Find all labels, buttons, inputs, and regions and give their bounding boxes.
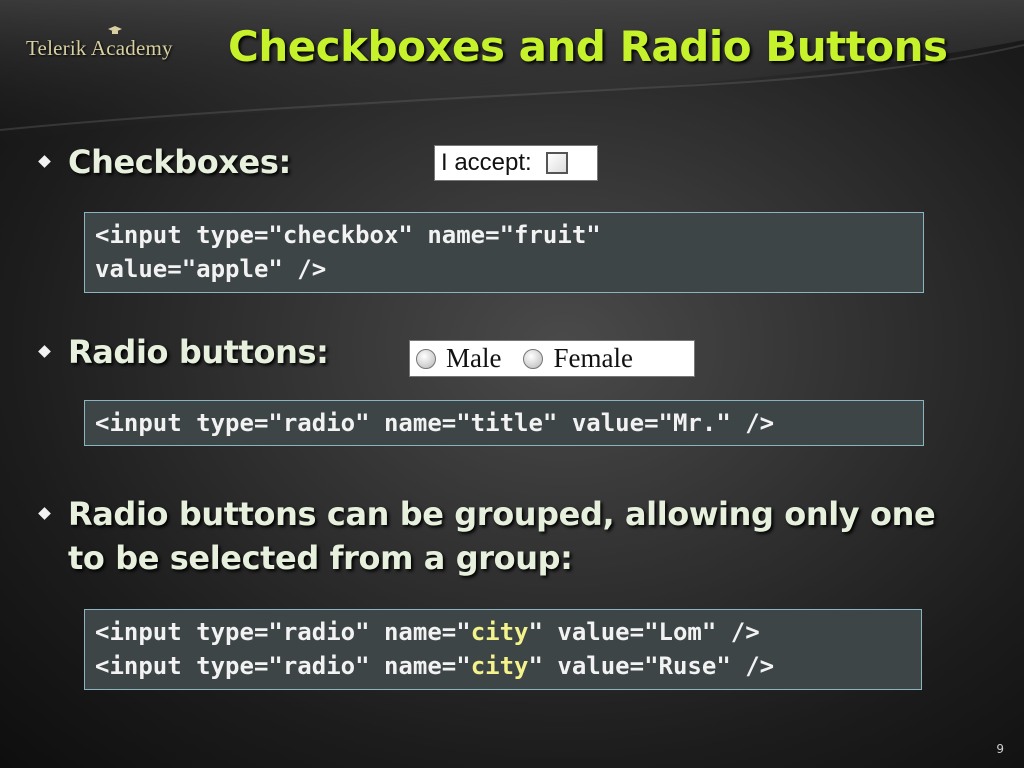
bullet-radio-groups: Radio buttons can be grouped, allowing o… [38,492,980,580]
bullet-diamond-icon [38,155,51,168]
bullet-checkboxes: Checkboxes: [38,140,291,184]
bullet-text: Checkboxes: [68,143,291,181]
code-segment: <input type="radio" name=" [95,652,471,680]
checkbox[interactable] [545,152,568,174]
radio-label-male: Male [446,343,502,373]
page-number: 9 [996,742,1004,756]
logo-text: Telerik Academy [26,36,173,60]
bullet-text: Radio buttons: [68,333,329,371]
code-block-radio: <input type="radio" name="title" value="… [84,400,924,446]
code-highlight: city [470,652,529,680]
bullet-diamond-icon [38,345,51,358]
checkbox-demo-label: I accept: [441,149,532,176]
code-segment: <input type="radio" name=" [95,618,471,646]
radio-label-female: Female [553,343,633,373]
bullet-text: Radio buttons can be grouped, allowing o… [68,495,936,577]
slide-title: Checkboxes and Radio Buttons [228,22,948,71]
code-line: value="apple" /> [95,255,327,283]
bullet-radio-buttons: Radio buttons: [38,330,329,374]
telerik-academy-logo: Telerik Academy [26,26,173,61]
radio-button-male[interactable] [416,348,436,369]
checkbox-demo: I accept: [434,145,598,181]
code-block-checkbox: <input type="checkbox" name="fruit" value… [84,212,924,293]
code-block-radio-group: <input type="radio" name="city" value="L… [84,609,922,690]
code-line: <input type="radio" name="city" value="R… [95,649,911,683]
radio-demo: Male Female [409,340,695,377]
code-line: <input type="radio" name="city" value="L… [95,615,911,649]
graduation-cap-icon [108,26,122,34]
radio-button-female[interactable] [523,348,544,369]
code-line: <input type="radio" name="title" value="… [95,409,775,437]
code-highlight: city [470,618,529,646]
slide: Telerik Academy Checkboxes and Radio But… [0,0,1024,768]
code-segment: " value="Lom" /> [528,618,760,646]
code-segment: " value="Ruse" /> [528,652,775,680]
bullet-diamond-icon [38,507,51,520]
code-line: <input type="checkbox" name="fruit" [95,221,601,249]
